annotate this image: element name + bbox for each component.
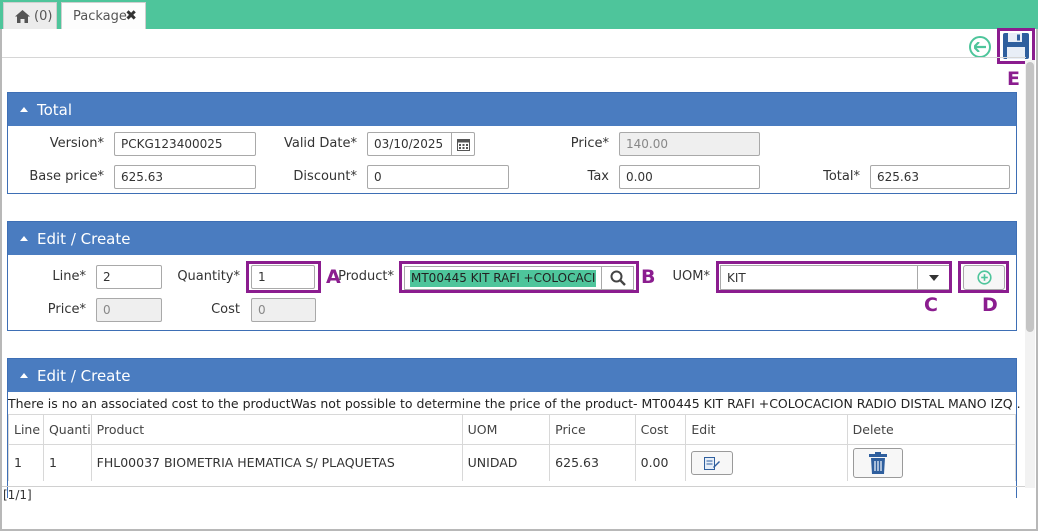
calendar-icon (457, 138, 470, 151)
uom-label: UOM* (672, 269, 710, 284)
annotation-e: E (1007, 68, 1020, 90)
vertical-scrollbar[interactable] (1025, 60, 1035, 488)
toolbar-divider (2, 57, 1026, 58)
column-header-edit: Edit (685, 414, 848, 445)
discount-label: Discount* (293, 169, 357, 184)
tax-field[interactable]: 0.00 (619, 165, 760, 189)
quantity-label: Quantity* (177, 269, 240, 284)
lines-table: Line Quanti Product UOM Price Cost Edit … (8, 414, 1017, 481)
highlight-add (958, 261, 1009, 293)
cell-line: 1 (8, 444, 44, 481)
column-header-uom[interactable]: UOM (461, 414, 551, 445)
tab-package[interactable]: Package ✖ (61, 2, 146, 29)
edit-price-label: Price* (47, 302, 86, 317)
highlight-uom (716, 261, 952, 293)
version-field[interactable]: PCKG123400025 (114, 132, 256, 156)
lines-panel-title: Edit / Create (37, 366, 131, 385)
collapse-caret-icon (20, 373, 28, 378)
cell-cost: 0.00 (634, 444, 687, 481)
edit-create-panel-header[interactable]: Edit / Create (8, 222, 1016, 255)
base-price-field[interactable]: 625.63 (114, 165, 256, 189)
cost-field: 0 (251, 298, 316, 322)
column-header-quantity[interactable]: Quanti (42, 414, 92, 445)
highlight-quantity (246, 261, 321, 293)
product-label: Product* (338, 269, 394, 284)
arrow-left-icon (974, 42, 986, 52)
save-button[interactable] (997, 28, 1035, 64)
back-button[interactable] (969, 36, 991, 58)
floppy-disk-icon (1003, 33, 1029, 59)
column-header-delete: Delete (846, 414, 1017, 445)
column-header-product[interactable]: Product (90, 414, 463, 445)
annotation-c: C (924, 294, 938, 316)
line-label: Line* (52, 269, 86, 284)
collapse-caret-icon (20, 107, 28, 112)
tab-package-label: Package (73, 8, 127, 24)
total-field[interactable]: 625.63 (870, 165, 1010, 189)
highlight-product (399, 261, 639, 293)
tab-home[interactable]: (0) (3, 2, 57, 29)
column-header-price[interactable]: Price (549, 414, 636, 445)
table-header-row: Line Quanti Product UOM Price Cost Edit … (8, 414, 1017, 445)
pager-text: [1/1] (3, 488, 32, 502)
total-panel-title: Total (37, 100, 73, 119)
column-header-line[interactable]: Line (8, 414, 44, 445)
annotation-b: B (641, 266, 656, 288)
cell-price: 625.63 (549, 444, 636, 481)
cell-edit (685, 444, 848, 481)
trash-icon (868, 451, 887, 474)
edit-price-field: 0 (96, 298, 162, 322)
column-header-cost[interactable]: Cost (634, 414, 687, 445)
edit-icon (704, 456, 721, 470)
tab-home-label: (0) (34, 8, 53, 24)
collapse-caret-icon (20, 236, 28, 241)
version-label: Version* (49, 136, 104, 151)
lines-panel-header[interactable]: Edit / Create (8, 359, 1016, 392)
scrollbar-thumb[interactable] (1026, 62, 1034, 332)
cell-delete (846, 444, 1017, 481)
home-icon (15, 9, 30, 23)
cost-label: Cost (211, 302, 240, 317)
total-label: Total* (823, 169, 860, 184)
edit-row-button[interactable] (691, 450, 734, 475)
total-panel-header[interactable]: Total (8, 93, 1016, 126)
delete-row-button[interactable] (852, 447, 903, 478)
date-picker-button[interactable] (451, 132, 475, 156)
cell-product: FHL00037 BIOMETRIA HEMATICA S/ PLAQUETAS (90, 444, 463, 481)
discount-field[interactable]: 0 (367, 165, 509, 189)
price-field: 140.00 (619, 132, 760, 156)
base-price-label: Base price* (29, 169, 104, 184)
valid-date-label: Valid Date* (283, 136, 357, 151)
table-row: 1 1 FHL00037 BIOMETRIA HEMATICA S/ PLAQU… (8, 444, 1017, 481)
warning-message: There is no an associated cost to the pr… (8, 396, 1021, 411)
annotation-d: D (982, 294, 998, 316)
cell-quantity: 1 (42, 444, 92, 481)
footer-divider (2, 486, 1025, 487)
price-label: Price* (570, 136, 609, 151)
line-field[interactable]: 2 (96, 265, 162, 289)
tab-bar: (0) Package ✖ (0, 0, 1038, 29)
cell-uom: UNIDAD (461, 444, 551, 481)
close-icon[interactable]: ✖ (125, 8, 137, 24)
tax-label: Tax (587, 169, 609, 184)
valid-date-value: 03/10/2025 (374, 137, 444, 151)
edit-create-panel-title: Edit / Create (37, 229, 131, 248)
